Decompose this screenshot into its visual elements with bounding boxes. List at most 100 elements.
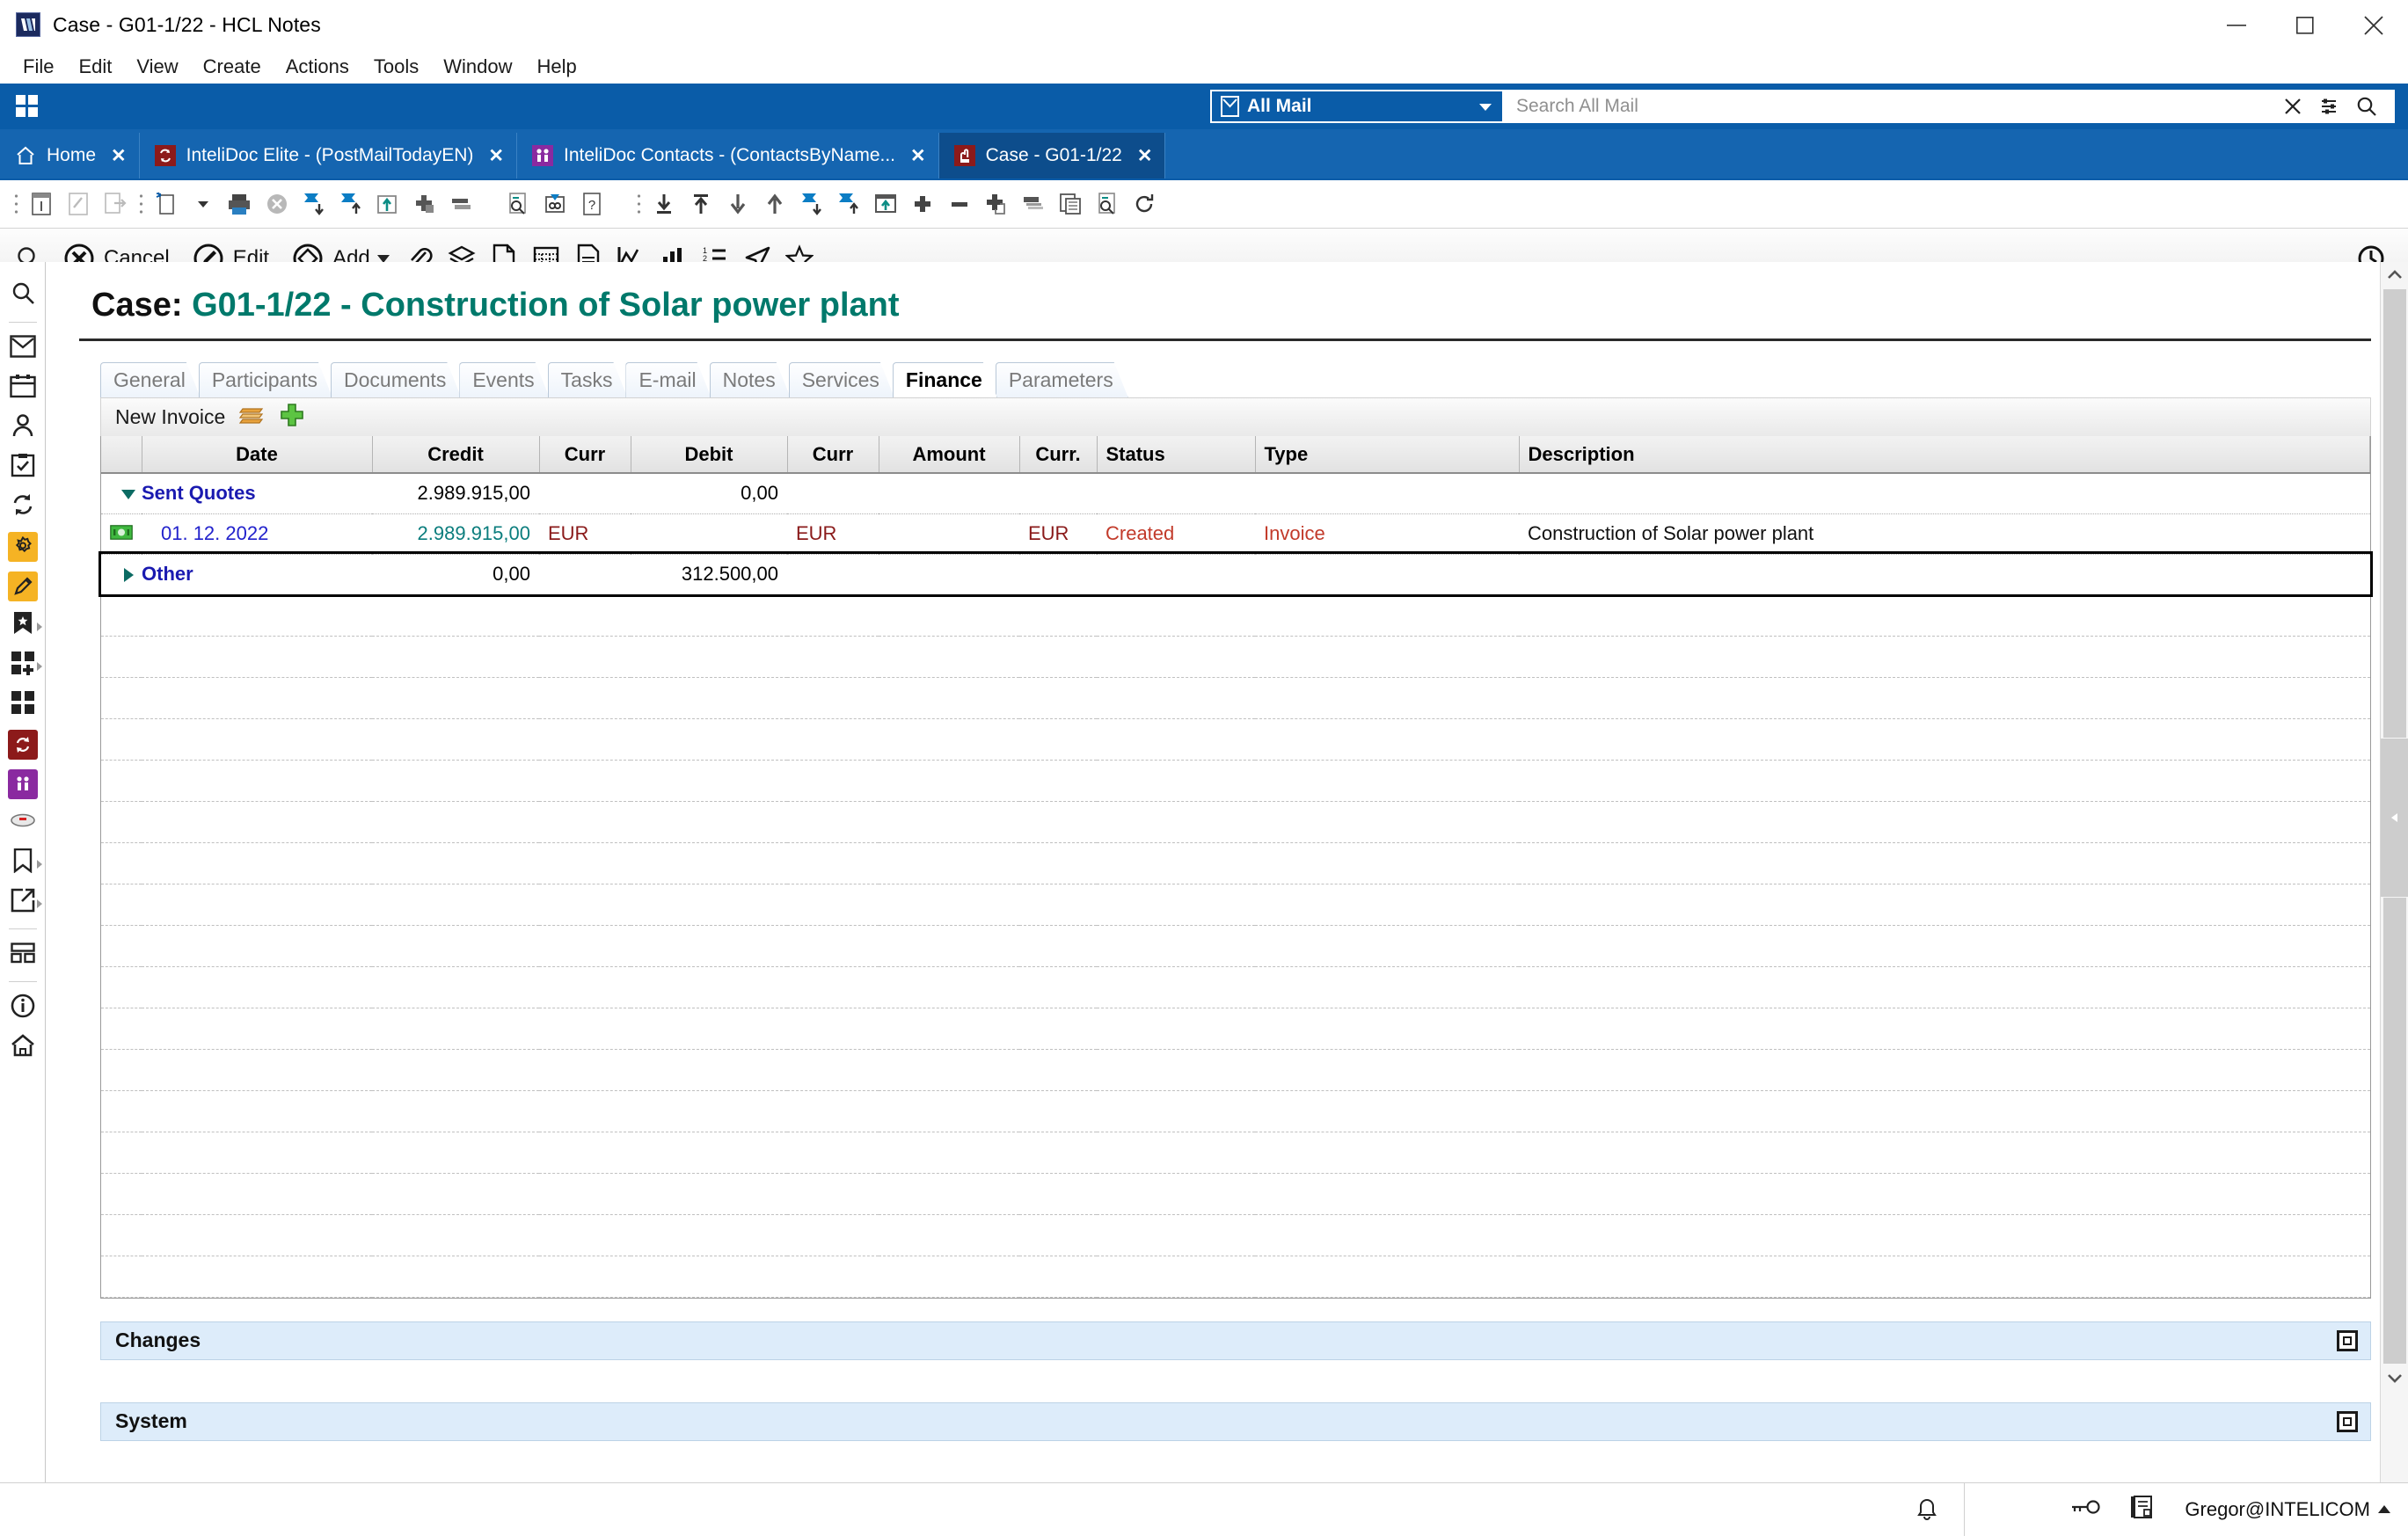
copy-table-icon[interactable]	[1052, 185, 1089, 223]
move-down-icon[interactable]	[296, 185, 332, 223]
send-up-icon[interactable]	[830, 185, 867, 223]
sidebar-item-todo[interactable]	[2, 448, 44, 487]
col-amount[interactable]: Amount	[879, 436, 1019, 473]
sidebar-item-bookmark[interactable]	[2, 843, 44, 883]
sidebar-item-applications[interactable]	[2, 685, 44, 724]
new-document-dropdown-icon[interactable]	[185, 185, 222, 223]
delete-icon[interactable]	[259, 185, 296, 223]
print-icon[interactable]	[222, 185, 259, 223]
tab-finance[interactable]: Finance	[893, 362, 997, 397]
help-document-icon[interactable]: ?	[573, 185, 610, 223]
col-curr-1[interactable]: Curr	[539, 436, 631, 473]
send-down-icon[interactable]	[793, 185, 830, 223]
add-icon[interactable]	[904, 185, 941, 223]
col-date[interactable]: Date	[142, 436, 372, 473]
sidebar-item-intelidoc-contacts[interactable]	[2, 764, 44, 804]
close-button[interactable]	[2339, 0, 2408, 50]
scroll-thumb[interactable]	[2383, 289, 2406, 738]
menu-file[interactable]: File	[11, 53, 66, 81]
col-curr-3[interactable]: Curr.	[1019, 436, 1097, 473]
tab-close-icon[interactable]: ✕	[910, 145, 926, 167]
tab-home[interactable]: Home ✕	[0, 133, 140, 178]
orange-stack-icon[interactable]	[239, 404, 266, 430]
close-x-icon[interactable]	[2284, 98, 2302, 115]
folder-move-icon[interactable]	[369, 185, 406, 223]
mailbox-selector[interactable]: All Mail	[1210, 90, 1504, 123]
sidebar-item-replication[interactable]	[2, 487, 44, 527]
find-icon[interactable]	[500, 185, 536, 223]
preview-icon[interactable]	[1089, 185, 1126, 223]
sidebar-item-widgets[interactable]	[2, 935, 44, 975]
scroll-down-button[interactable]	[2381, 1365, 2408, 1391]
sidebar-item-settings[interactable]	[2, 527, 44, 566]
new-document-icon[interactable]	[148, 185, 185, 223]
minimize-button[interactable]	[2202, 0, 2271, 50]
forward-document-icon[interactable]	[97, 185, 134, 223]
search-container[interactable]	[1504, 90, 2395, 123]
toolbar-grip[interactable]	[9, 185, 23, 223]
col-description[interactable]: Description	[1519, 436, 2370, 473]
user-account[interactable]: Gregor@INTELICOM	[2185, 1498, 2390, 1521]
toolbar-grip[interactable]	[134, 185, 148, 223]
open-in-window-icon[interactable]	[867, 185, 904, 223]
tab-close-icon[interactable]: ✕	[488, 145, 504, 167]
vertical-scrollbar[interactable]	[2380, 262, 2408, 1482]
col-curr-2[interactable]: Curr	[787, 436, 879, 473]
search-icon[interactable]	[2356, 96, 2377, 117]
tab-close-icon[interactable]: ✕	[111, 145, 127, 167]
maximize-button[interactable]	[2271, 0, 2339, 50]
col-type[interactable]: Type	[1255, 436, 1519, 473]
sidebar-item-search[interactable]	[2, 276, 44, 316]
edit-document-icon[interactable]	[60, 185, 97, 223]
collapse-icon[interactable]	[443, 185, 480, 223]
section-system[interactable]: System	[100, 1402, 2371, 1441]
sidebar-item-intelidoc-elite[interactable]	[2, 724, 44, 764]
table-row[interactable]: 01. 12. 2022 2.989.915,00 EUR EUR EUR Cr…	[101, 513, 2370, 554]
table-row[interactable]: Sent Quotes 2.989.915,00 0,00	[101, 473, 2370, 513]
search-input[interactable]	[1504, 90, 2284, 123]
row-expander-cell[interactable]	[101, 473, 142, 513]
add-category-icon[interactable]	[406, 185, 443, 223]
triangle-down-icon[interactable]	[121, 490, 135, 499]
tab-case-g01-1-22[interactable]: Case - G01-1/22 ✕	[939, 133, 1166, 178]
restore-box-icon[interactable]	[2337, 1411, 2358, 1432]
triangle-right-icon[interactable]	[124, 568, 134, 582]
move-up-icon[interactable]	[332, 185, 369, 223]
sidebar-item-open-external[interactable]	[2, 883, 44, 922]
menu-tools[interactable]: Tools	[361, 53, 431, 81]
new-invoice-button[interactable]: New Invoice	[115, 405, 225, 429]
table-row[interactable]: Other 0,00 312.500,00	[101, 554, 2370, 594]
tab-events[interactable]: Events	[459, 362, 549, 397]
green-plus-icon[interactable]	[280, 403, 304, 432]
tab-parameters[interactable]: Parameters	[996, 362, 1128, 397]
tab-participants[interactable]: Participants	[199, 362, 332, 397]
tab-close-icon[interactable]: ✕	[1137, 145, 1153, 167]
sidebar-item-database[interactable]	[2, 804, 44, 843]
move-up-arrow-icon[interactable]	[756, 185, 793, 223]
col-credit[interactable]: Credit	[372, 436, 539, 473]
sidebar-item-contacts[interactable]	[2, 408, 44, 448]
properties-icon[interactable]	[23, 185, 60, 223]
tab-documents[interactable]: Documents	[331, 362, 461, 397]
restore-box-icon[interactable]	[2337, 1330, 2358, 1351]
stack-icon[interactable]	[1015, 185, 1052, 223]
search-options-icon[interactable]	[2319, 97, 2339, 116]
col-status[interactable]: Status	[1097, 436, 1255, 473]
import-icon[interactable]	[646, 185, 682, 223]
sidebar-item-mail[interactable]	[2, 329, 44, 368]
menu-help[interactable]: Help	[524, 53, 588, 81]
sidebar-item-notes-editor[interactable]	[2, 566, 44, 606]
section-changes[interactable]: Changes	[100, 1321, 2371, 1360]
scroll-up-button[interactable]	[2381, 262, 2408, 288]
export-top-icon[interactable]	[682, 185, 719, 223]
sidebar-item-home[interactable]	[2, 1028, 44, 1067]
tab-email[interactable]: E-mail	[625, 362, 711, 397]
sidebar-item-calendar[interactable]	[2, 368, 44, 408]
toolbar-grip[interactable]	[631, 185, 646, 223]
certificate-icon[interactable]	[2130, 1495, 2155, 1524]
remove-icon[interactable]	[941, 185, 978, 223]
tab-intelidoc-elite[interactable]: InteliDoc Elite - (PostMailTodayEN) ✕	[140, 133, 517, 178]
menu-edit[interactable]: Edit	[66, 53, 124, 81]
key-icon[interactable]	[2070, 1498, 2100, 1520]
menu-create[interactable]: Create	[191, 53, 274, 81]
